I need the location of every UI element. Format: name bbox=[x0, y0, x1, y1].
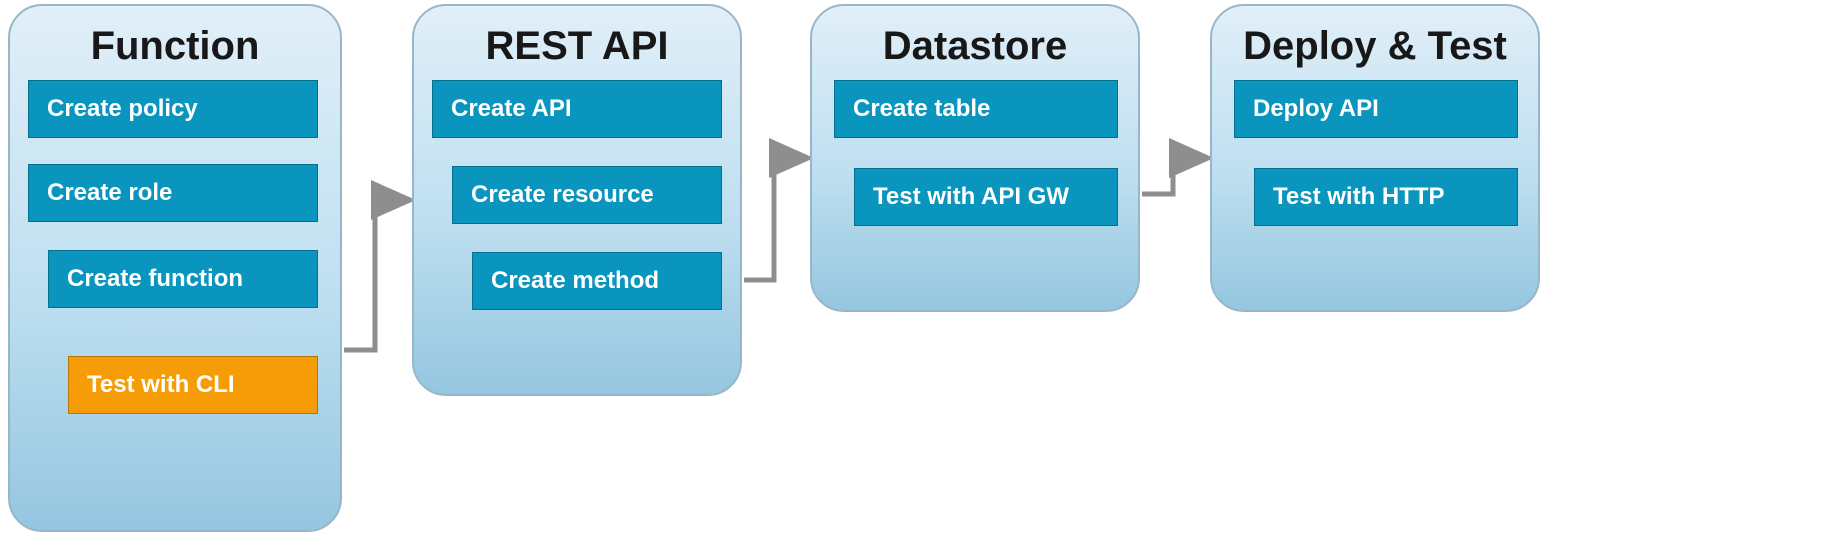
step-box: Create method bbox=[472, 252, 722, 310]
step-box: Test with CLI bbox=[68, 356, 318, 414]
step-box: Test with HTTP bbox=[1254, 168, 1518, 226]
step-box: Create role bbox=[28, 164, 318, 222]
panel-title: Deploy & Test bbox=[1232, 24, 1518, 69]
step-box: Create resource bbox=[452, 166, 722, 224]
panel-deploy-test: Deploy & Test bbox=[1210, 4, 1540, 312]
step-box: Create function bbox=[48, 250, 318, 308]
panel-datastore: Datastore bbox=[810, 4, 1140, 312]
connector-arrow bbox=[1142, 158, 1204, 194]
step-box: Create API bbox=[432, 80, 722, 138]
connector-arrow bbox=[344, 200, 406, 350]
step-box: Test with API GW bbox=[854, 168, 1118, 226]
panel-title: Function bbox=[30, 24, 320, 69]
step-box: Create table bbox=[834, 80, 1118, 138]
diagram-canvas: Function Create policy Create role Create f… bbox=[0, 0, 1828, 550]
connector-arrow bbox=[744, 158, 804, 280]
step-box: Create policy bbox=[28, 80, 318, 138]
panel-title: Datastore bbox=[832, 24, 1118, 69]
panel-title: REST API bbox=[434, 24, 720, 69]
step-box: Deploy API bbox=[1234, 80, 1518, 138]
